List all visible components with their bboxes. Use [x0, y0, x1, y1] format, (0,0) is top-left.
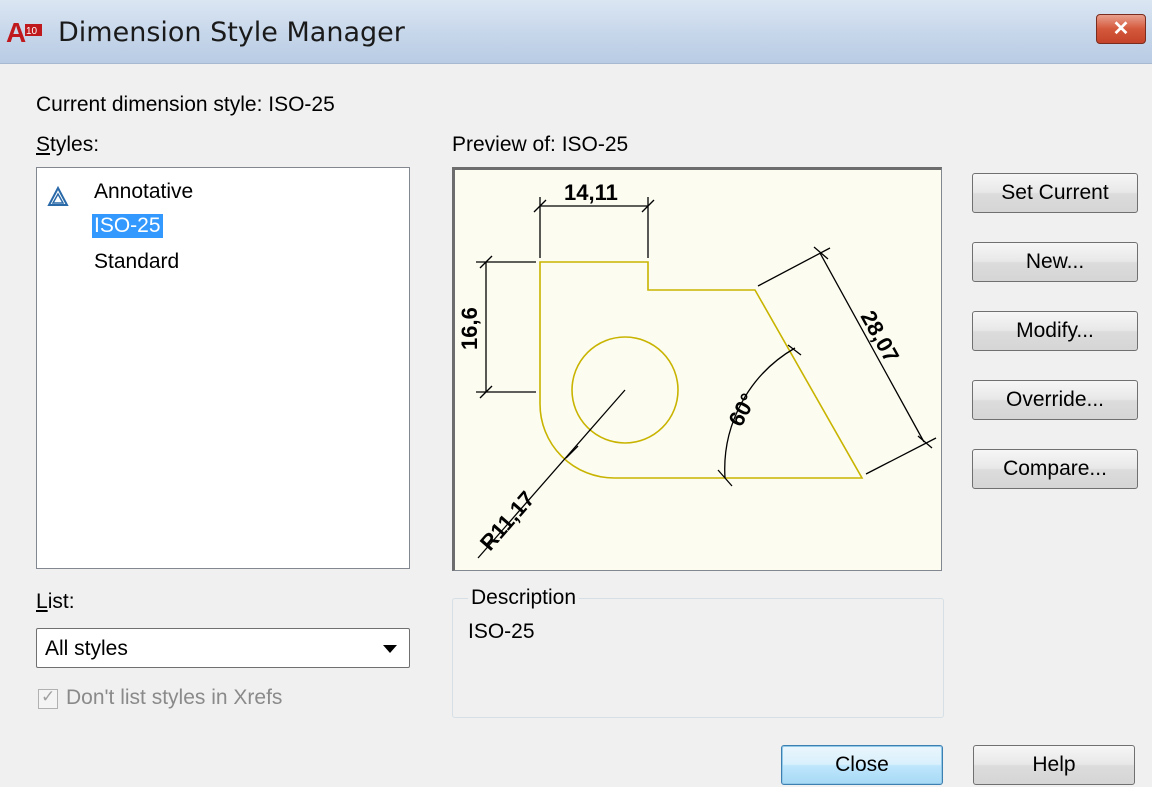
dim-left-text: 16,6	[457, 307, 482, 350]
compare-label: Compare...	[1003, 457, 1107, 480]
list-label-mnemonic: L	[36, 590, 48, 613]
title-bar: A 10 Dimension Style Manager ✕	[0, 0, 1152, 64]
override-button[interactable]: Override...	[972, 380, 1138, 420]
styles-label-mnemonic: S	[36, 133, 51, 156]
annotative-icon	[47, 186, 69, 206]
check-icon: ✓	[41, 687, 56, 706]
close-button[interactable]: Close	[781, 745, 943, 785]
dim-diagonal-text: 28,07	[856, 306, 905, 366]
style-item-standard[interactable]: Standard	[94, 250, 179, 274]
help-button[interactable]: Help	[973, 745, 1135, 785]
xref-checkbox-label: Don't list styles in Xrefs	[66, 686, 283, 709]
list-filter-value: All styles	[45, 637, 128, 660]
description-legend: Description	[468, 586, 580, 610]
preview-dimension-text: 14,11 16,6 28,07 60° R11,17	[457, 180, 904, 555]
close-label: Close	[835, 753, 889, 776]
svg-text:A: A	[6, 18, 26, 46]
modify-button[interactable]: Modify...	[972, 311, 1138, 351]
styles-label: Styles:	[36, 133, 99, 157]
close-window-button[interactable]: ✕	[1096, 14, 1146, 44]
override-label: Override...	[1005, 388, 1105, 411]
new-button[interactable]: New...	[972, 242, 1138, 282]
list-label: List:	[36, 590, 75, 614]
autocad-app-icon: A 10	[6, 18, 42, 46]
current-style-label: Current dimension style: ISO-25	[36, 93, 335, 116]
dim-radius-text: R11,17	[475, 486, 540, 555]
preview-dimension-lines	[476, 197, 937, 559]
set-current-button[interactable]: Set Current	[972, 173, 1138, 213]
list-label-rest: ist:	[47, 590, 75, 613]
description-group	[452, 598, 944, 718]
app-icon-version: 10	[26, 26, 38, 37]
style-item-annotative[interactable]: Annotative	[94, 180, 193, 204]
preview-label: Preview of: ISO-25	[452, 133, 629, 156]
style-item-iso-25[interactable]: ISO-25	[92, 214, 163, 238]
preview-geometry	[539, 261, 864, 479]
compare-button[interactable]: Compare...	[972, 449, 1138, 489]
dim-angle-text: 60°	[723, 389, 761, 430]
description-text: ISO-25	[468, 620, 535, 643]
modify-label: Modify...	[1016, 319, 1094, 342]
xref-checkbox[interactable]: ✓	[38, 687, 58, 709]
help-label: Help	[1032, 753, 1076, 776]
styles-list[interactable]: Annotative ISO-25 Standard	[36, 167, 410, 569]
chevron-down-icon	[383, 645, 397, 653]
new-label: New...	[1025, 250, 1085, 273]
list-filter-dropdown[interactable]: All styles	[36, 628, 410, 668]
styles-label-rest: tyles:	[50, 133, 100, 156]
dim-top-text: 14,11	[564, 180, 618, 205]
dimension-preview-drawing: 14,11 16,6 28,07 60° R11,17	[457, 180, 937, 559]
set-current-label: Set Current	[1001, 181, 1109, 204]
close-icon: ✕	[1112, 18, 1130, 40]
window-title: Dimension Style Manager	[58, 17, 405, 48]
preview-pane: 14,11 16,6 28,07 60° R11,17	[452, 167, 942, 571]
